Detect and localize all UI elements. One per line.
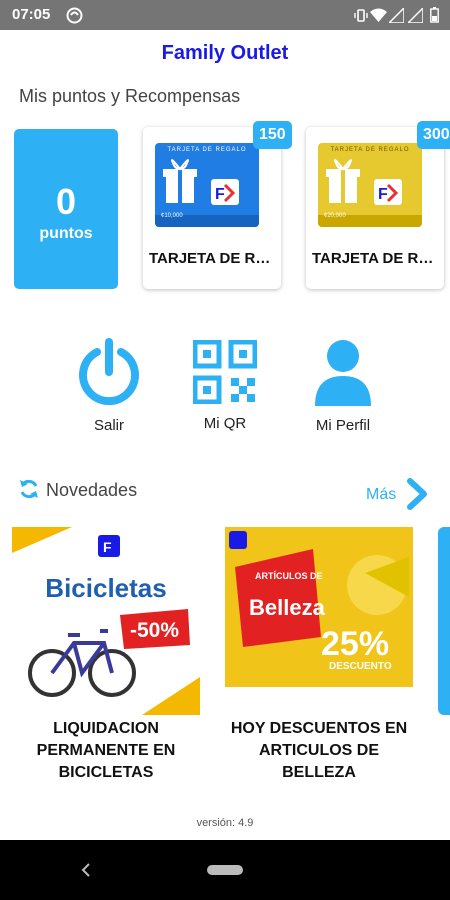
power-icon [79, 338, 139, 405]
points-value: 0 [55, 181, 77, 222]
reward-points-badge: 150 [253, 121, 292, 149]
status-bar: 07:05 [0, 0, 450, 30]
promo-graphic [225, 527, 413, 715]
rewards-section-title: Mis puntos y Recompensas [19, 86, 241, 106]
promo-subheading: ARTÍCULOS DE [255, 571, 323, 581]
gift-card-image: TARJETA DE REGALO F ¢20,000 [318, 143, 422, 227]
user-icon [315, 340, 371, 406]
news-title[interactable]: LIQUIDACION PERMANENTE EN BICICLETAS [11, 718, 201, 784]
wifi-icon [370, 8, 387, 22]
reward-points-badge: 300 [417, 121, 450, 149]
version-label: versión: 4.9 [196, 817, 254, 829]
promo-discount: 25% [321, 625, 390, 663]
reward-card[interactable]: TARJETA DE REGALO F ¢20,000 TARJETA DE R… [306, 127, 444, 289]
app-title: Family Outlet [161, 42, 289, 64]
next-news-card-edge[interactable] [438, 527, 450, 715]
promo-heading: Bicicletas [45, 573, 167, 603]
points-label: puntos [39, 225, 93, 242]
gift-card-amount: ¢10,000 [161, 213, 183, 219]
gift-card-header: TARJETA DE REGALO [330, 147, 410, 153]
points-card: 0 puntos [14, 129, 118, 289]
back-icon[interactable] [80, 862, 92, 878]
news-image-bicycles[interactable]: F Bicicletas -50% [12, 527, 200, 715]
logout-button[interactable]: Salir [64, 338, 154, 434]
promo-heading: Belleza [249, 595, 325, 620]
gift-card-header: TARJETA DE REGALO [167, 147, 247, 153]
reward-card[interactable]: TARJETA DE REGALO F ¢10,000 TARJETA DE R… [143, 127, 281, 289]
profile-button[interactable]: Mi Perfil [298, 338, 388, 434]
news-image-beauty[interactable]: ARTÍCULOS DE Belleza 25% DESCUENTO [225, 527, 413, 715]
logout-label: Salir [93, 417, 124, 434]
qr-label: Mi QR [203, 415, 247, 432]
refresh-icon[interactable] [18, 478, 40, 500]
reward-name: TARJETA DE REGALO [312, 250, 438, 267]
navigation-bar [0, 840, 450, 900]
promo-discount-label: DESCUENTO [329, 661, 392, 672]
signal-icon [389, 8, 404, 23]
more-button[interactable]: Más [366, 486, 396, 504]
status-time: 07:05 [12, 6, 51, 23]
battery-icon [430, 7, 439, 23]
svg-text:F: F [378, 186, 388, 203]
vibrate-icon [354, 9, 368, 22]
news-title[interactable]: HOY DESCUENTOS EN ARTICULOS DE BELLEZA [224, 718, 414, 784]
news-header: Novedades [46, 480, 138, 500]
sync-status-icon [66, 7, 83, 24]
gift-card-amount: ¢20,000 [324, 213, 346, 219]
home-pill[interactable] [207, 865, 243, 875]
signal-icon-2 [408, 8, 423, 23]
reward-name: TARJETA DE REGALO [149, 250, 275, 267]
promo-discount: -50% [130, 619, 180, 642]
svg-text:F: F [103, 539, 112, 555]
qr-button[interactable]: Mi QR [180, 338, 270, 432]
svg-text:F: F [215, 186, 225, 203]
profile-label: Mi Perfil [315, 417, 371, 434]
gift-card-image: TARJETA DE REGALO F ¢10,000 [155, 143, 259, 227]
chevron-right-icon[interactable] [404, 478, 430, 510]
qr-code-icon [192, 339, 258, 405]
